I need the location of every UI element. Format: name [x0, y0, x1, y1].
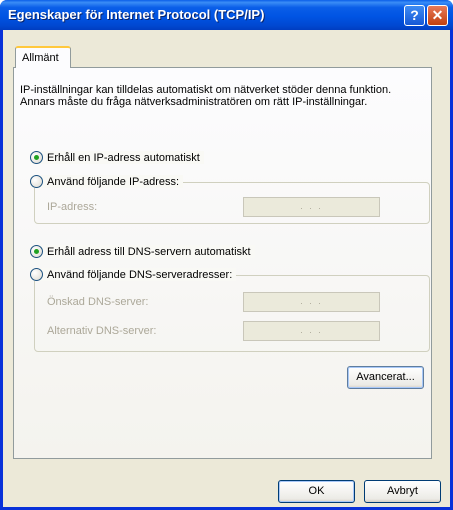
help-button[interactable]: ?: [404, 5, 425, 26]
radio-unselected-icon: [30, 268, 43, 281]
dns-group-box: Önskad DNS-server: . . . Alternativ DNS-…: [34, 275, 430, 352]
ip-auto-label: Erhåll en IP-adress automatiskt: [47, 151, 200, 164]
close-button[interactable]: ✕: [427, 5, 448, 26]
radio-selected-icon: [30, 245, 43, 258]
tab-general[interactable]: Allmänt: [15, 46, 71, 68]
ok-button[interactable]: OK: [278, 480, 355, 503]
tab-panel: [13, 67, 432, 459]
title-bar[interactable]: Egenskaper för Internet Protocol (TCP/IP…: [0, 0, 453, 30]
description-text: IP-inställningar kan tilldelas automatis…: [20, 84, 392, 108]
window-title: Egenskaper för Internet Protocol (TCP/IP…: [8, 7, 265, 22]
ip-auto-radio[interactable]: Erhåll en IP-adress automatiskt: [30, 151, 204, 164]
radio-unselected-icon: [30, 175, 43, 188]
ip-manual-radio[interactable]: Använd följande IP-adress:: [30, 175, 184, 188]
alternate-dns-label: Alternativ DNS-server:: [47, 325, 157, 337]
preferred-dns-label: Önskad DNS-server:: [47, 296, 149, 308]
radio-selected-icon: [30, 151, 43, 164]
ip-manual-label: Använd följande IP-adress:: [47, 175, 180, 188]
ip-group-box: IP-adress: . . .: [34, 182, 430, 224]
ip-address-label: IP-adress:: [47, 201, 98, 213]
dns-manual-label: Använd följande DNS-serveradresser:: [47, 268, 233, 281]
cancel-button[interactable]: Avbryt: [364, 480, 441, 503]
preferred-dns-field[interactable]: . . .: [243, 292, 380, 312]
dns-manual-radio[interactable]: Använd följande DNS-serveradresser:: [30, 268, 237, 281]
dns-auto-label: Erhåll adress till DNS-servern automatis…: [47, 245, 251, 258]
alternate-dns-field[interactable]: . . .: [243, 321, 380, 341]
dns-auto-radio[interactable]: Erhåll adress till DNS-servern automatis…: [30, 245, 255, 258]
ip-address-field[interactable]: . . .: [243, 197, 380, 217]
advanced-button[interactable]: Avancerat...: [347, 366, 424, 389]
